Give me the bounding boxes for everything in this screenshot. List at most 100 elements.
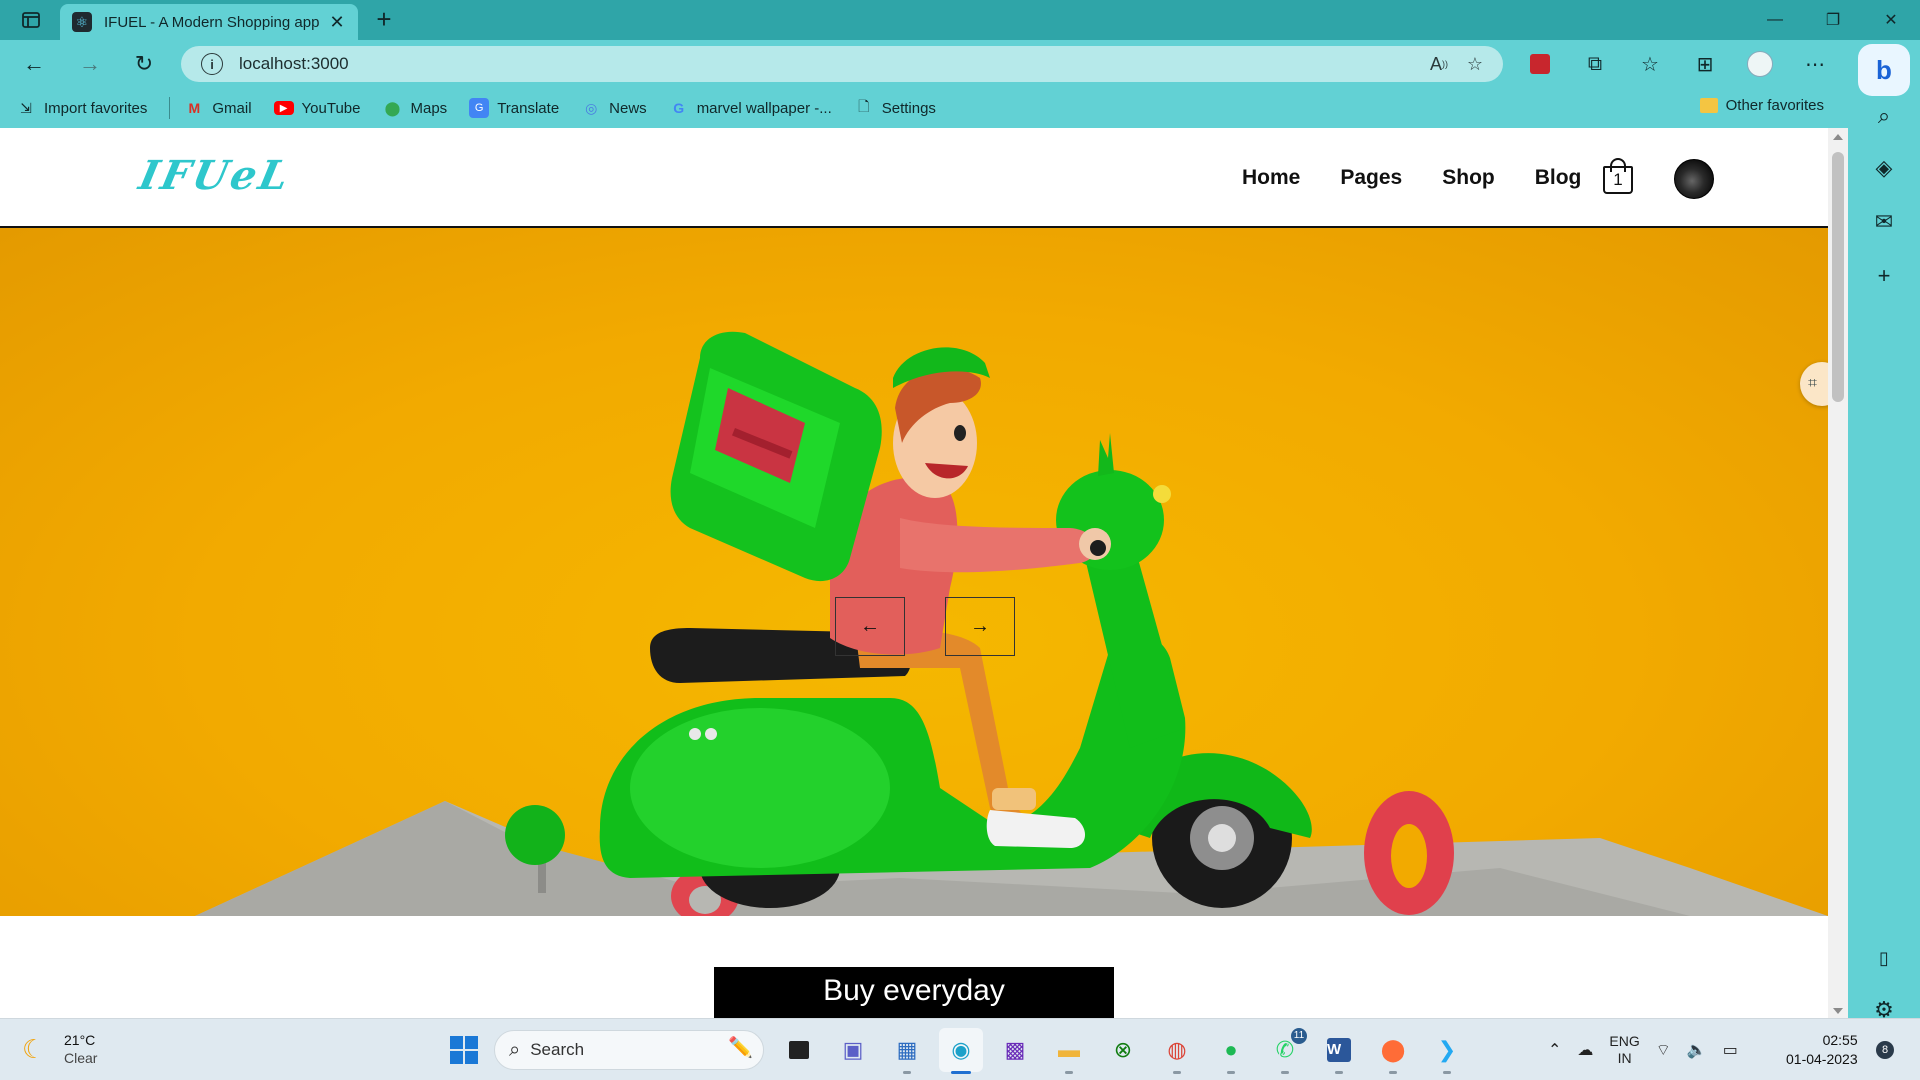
user-avatar[interactable]: [1674, 159, 1714, 199]
bookmark-marvel-wallpaper[interactable]: G marvel wallpaper -...: [669, 98, 832, 118]
battery-icon[interactable]: ▭: [1723, 1040, 1738, 1060]
whatsapp-app[interactable]: ✆ 11: [1263, 1028, 1307, 1074]
windows-logo-icon: [450, 1036, 478, 1064]
cta-label: Buy everyday: [823, 974, 1005, 1007]
site-info-icon[interactable]: i: [201, 53, 223, 75]
wifi-icon[interactable]: ⌔: [1656, 1040, 1671, 1060]
language-indicator[interactable]: ENG IN: [1609, 1033, 1639, 1067]
spotify-app[interactable]: ●: [1209, 1028, 1253, 1074]
site-logo[interactable]: IFUeL: [135, 152, 296, 199]
refresh-button[interactable]: ↻: [126, 46, 162, 82]
hide-sidebar-icon[interactable]: ▯: [1864, 938, 1904, 978]
folder-icon: [1699, 98, 1718, 113]
extension-red-icon[interactable]: [1520, 46, 1560, 82]
onedrive-icon[interactable]: ☁: [1577, 1040, 1593, 1060]
close-window-button[interactable]: ✕: [1862, 0, 1920, 40]
clock-time: 02:55: [1822, 1032, 1858, 1048]
google-icon: G: [673, 100, 685, 116]
minimize-button[interactable]: —: [1746, 0, 1804, 40]
bookmark-maps[interactable]: ⬤ Maps: [383, 98, 448, 118]
xbox-app[interactable]: ⊗: [1101, 1028, 1145, 1072]
gmail-icon: M: [188, 100, 201, 116]
weather-widget[interactable]: ☾ 21°C Clear: [22, 1031, 97, 1067]
search-sidebar-icon[interactable]: ⌕: [1864, 96, 1904, 136]
shopping-sidebar-icon[interactable]: ◈: [1864, 148, 1904, 188]
favorites-icon[interactable]: ☆: [1630, 46, 1670, 82]
notification-badge[interactable]: 8: [1876, 1041, 1894, 1059]
nav-home[interactable]: Home: [1242, 166, 1300, 190]
bookmark-settings[interactable]: 🗋 Settings: [854, 98, 936, 118]
chrome-app[interactable]: ◍: [1155, 1028, 1199, 1074]
other-favorites[interactable]: Other favorites: [1699, 97, 1824, 114]
hero-illustration: [195, 331, 1828, 916]
browser-tab[interactable]: ⚛ IFUEL - A Modern Shopping app ✕: [60, 4, 358, 40]
site-header: IFUeL Home Pages Shop Blog 1: [0, 128, 1828, 228]
postman-app[interactable]: ⬤: [1371, 1028, 1415, 1074]
vscode-app[interactable]: ❯: [1425, 1028, 1469, 1074]
read-aloud-icon[interactable]: A)): [1421, 46, 1457, 82]
store-app[interactable]: ▦: [885, 1028, 929, 1074]
restore-button[interactable]: ❐: [1804, 0, 1862, 40]
page-viewport: IFUeL Home Pages Shop Blog 1 ← → ⌗ Buy e…: [0, 128, 1848, 1018]
extensions-icon[interactable]: ⧉: [1575, 46, 1615, 82]
show-hidden-icons-icon[interactable]: ⌃: [1548, 1040, 1561, 1060]
more-menu-icon[interactable]: ⋯: [1795, 46, 1835, 82]
bing-copilot-icon[interactable]: b: [1858, 44, 1910, 96]
app-purple[interactable]: ▩: [993, 1028, 1037, 1072]
moon-icon: ☾: [22, 1034, 46, 1064]
url-text[interactable]: localhost:3000: [239, 54, 1421, 74]
page-icon: 🗋: [858, 98, 870, 114]
bookmarks-bar: ⇲ Import favorites M Gmail ▶ YouTube ⬤ M…: [0, 88, 1848, 128]
volume-icon[interactable]: 🔈: [1687, 1040, 1707, 1060]
nav-blog[interactable]: Blog: [1535, 166, 1582, 190]
nav-pages[interactable]: Pages: [1340, 166, 1402, 190]
bookmark-news[interactable]: ◎ News: [581, 98, 647, 118]
news-icon: ◎: [585, 99, 598, 116]
react-icon: ⚛: [72, 12, 92, 32]
close-tab-icon[interactable]: ✕: [326, 12, 348, 33]
translate-icon: G: [469, 98, 490, 118]
page-scrollbar[interactable]: [1828, 128, 1848, 1018]
collections-icon[interactable]: ⊞: [1685, 46, 1725, 82]
add-favorite-icon[interactable]: ☆: [1457, 46, 1493, 82]
slider-next-button[interactable]: →: [945, 597, 1015, 656]
whatsapp-badge: 11: [1291, 1028, 1307, 1044]
tab-actions-button[interactable]: [14, 8, 48, 32]
taskbar: ☾ 21°C Clear ⌕ Search ✏️ ▣ ▦ ◉ ▩ ▬ ⊗ ◍ ●…: [0, 1018, 1920, 1080]
word-app[interactable]: W: [1317, 1028, 1361, 1074]
file-explorer-app[interactable]: ▬: [1047, 1028, 1091, 1074]
edge-app[interactable]: ◉: [939, 1028, 983, 1074]
scroll-down-arrow-icon[interactable]: [1833, 1008, 1843, 1014]
clock[interactable]: 02:55 01-04-2023: [1786, 1031, 1858, 1069]
profile-icon[interactable]: [1740, 46, 1780, 82]
main-nav: Home Pages Shop Blog: [1242, 166, 1621, 190]
bookmark-gmail[interactable]: M Gmail: [184, 98, 252, 118]
bookmark-import-favorites[interactable]: ⇲ Import favorites: [16, 98, 147, 118]
back-button[interactable]: ←: [16, 46, 52, 82]
add-sidebar-icon[interactable]: +: [1864, 256, 1904, 296]
scroll-thumb[interactable]: [1832, 152, 1844, 402]
title-bar: ⚛ IFUEL - A Modern Shopping app ✕ + — ❐ …: [0, 0, 1920, 40]
teams-chat-app[interactable]: ▣: [831, 1028, 875, 1072]
outlook-sidebar-icon[interactable]: ✉: [1864, 202, 1904, 242]
address-bar[interactable]: i localhost:3000 A)) ☆: [181, 46, 1503, 82]
search-highlight-icon: ✏️: [728, 1037, 753, 1059]
slider-prev-button[interactable]: ←: [835, 597, 905, 656]
new-tab-button[interactable]: +: [368, 6, 400, 34]
taskbar-search[interactable]: ⌕ Search ✏️: [494, 1030, 764, 1070]
bookmark-youtube[interactable]: ▶ YouTube: [273, 100, 361, 117]
edge-sidebar: b ⌕ ◈ ✉ + ▯ ⚙: [1848, 40, 1920, 1022]
buy-everyday-banner[interactable]: Buy everyday: [714, 967, 1114, 1018]
tab-title: IFUEL - A Modern Shopping app: [104, 13, 320, 31]
task-view-app[interactable]: [777, 1028, 821, 1072]
cart-button[interactable]: 1: [1603, 158, 1633, 194]
maps-icon: ⬤: [384, 99, 401, 116]
scroll-up-arrow-icon[interactable]: [1833, 134, 1843, 140]
forward-button[interactable]: →: [72, 46, 108, 82]
nav-shop[interactable]: Shop: [1442, 166, 1495, 190]
search-placeholder: Search: [530, 1040, 585, 1059]
bookmark-translate[interactable]: G Translate: [469, 98, 559, 118]
browser-toolbar: ← → ↻ i localhost:3000 A)) ☆ ⧉ ☆ ⊞ ⋯: [0, 40, 1848, 88]
youtube-icon: ▶: [273, 101, 294, 115]
start-button[interactable]: [442, 1028, 486, 1072]
